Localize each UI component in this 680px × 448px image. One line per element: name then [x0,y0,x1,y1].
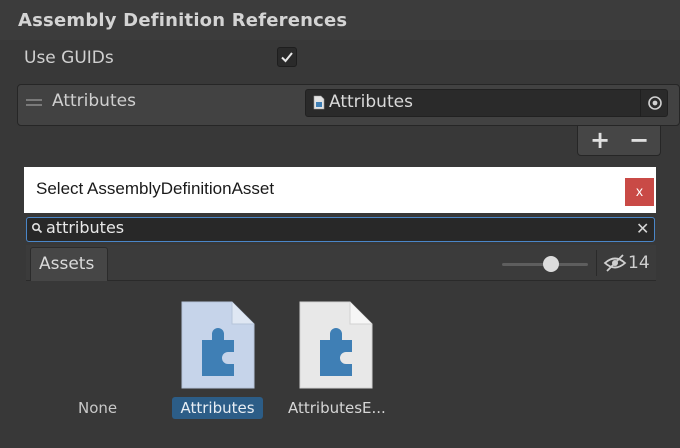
use-guids-checkbox[interactable] [277,47,297,67]
asset-tile-none[interactable]: None [78,399,117,417]
asset-file-icon [313,95,325,110]
object-picker-icon [648,96,662,110]
puzzle-asset-icon[interactable] [180,300,256,390]
search-icon [31,222,43,234]
remove-button[interactable]: − [619,126,659,156]
hidden-count: 14 [628,253,650,273]
puzzle-asset-icon[interactable] [298,300,374,390]
search-text: attributes [46,218,125,237]
drag-handle-icon[interactable] [26,99,42,107]
asset-tile-attributes-editor[interactable]: AttributesE... [288,399,386,417]
section-title: Assembly Definition References [18,10,348,31]
checkmark-icon [281,52,293,63]
tab-assets-label: Assets [39,254,95,274]
toolbar-divider [596,250,597,276]
clear-icon[interactable]: ✕ [636,219,649,238]
close-button[interactable]: x [625,178,654,206]
list-item-label: Attributes [52,91,136,111]
dialog-title: Select AssemblyDefinitionAsset [36,179,275,198]
object-picker-button[interactable] [640,89,668,117]
asset-tile-attributes[interactable]: Attributes [172,397,263,419]
zoom-slider-thumb[interactable] [543,256,559,272]
use-guids-label: Use GUIDs [24,48,114,68]
object-field-value: Attributes [329,92,413,112]
add-button[interactable]: + [580,126,620,156]
eye-hidden-icon[interactable] [603,253,627,273]
